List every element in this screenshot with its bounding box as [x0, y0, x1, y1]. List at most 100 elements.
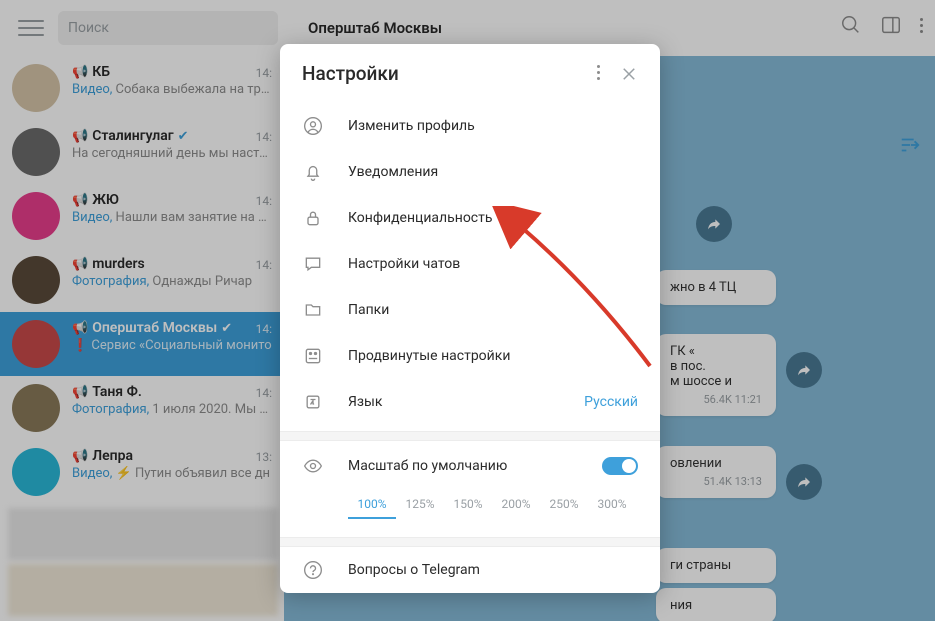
channel-icon: 📢: [72, 321, 88, 336]
chat-preview: Фотография, Однажды Ричар: [72, 274, 272, 289]
channel-icon: 📢: [72, 129, 88, 144]
blurred-chat: [8, 508, 278, 560]
chat-item[interactable]: 📢 Лепра Видео, ⚡ Путин объявил все дн 13…: [0, 440, 284, 504]
chat-item[interactable]: 📢 ЖЮ Видео, Нашли вам занятие на ве 14:: [0, 184, 284, 248]
chat-name: Сталингулаг: [92, 128, 173, 144]
zoom-option[interactable]: 125%: [396, 491, 444, 519]
message-bubble[interactable]: ГК «в пос.м шоссе и56.4K 11:21: [656, 334, 776, 416]
settings-item-faq[interactable]: Вопросы о Telegram: [280, 547, 660, 593]
avatar: [12, 256, 60, 304]
lock-icon: [302, 207, 324, 229]
eye-icon: [302, 455, 324, 477]
zoom-option[interactable]: 200%: [492, 491, 540, 519]
chat-time: 14:: [256, 194, 272, 208]
chat-name: Таня Ф.: [92, 384, 142, 400]
chat-preview: Видео, Нашли вам занятие на ве: [72, 210, 272, 225]
chat-item[interactable]: 📢 Оперштаб Москвы ✔ ❗ Сервис «Социальный…: [0, 312, 284, 376]
chat-name: ЖЮ: [92, 192, 119, 208]
folder-icon: [302, 299, 324, 321]
sidebar-icon[interactable]: [880, 14, 902, 36]
zoom-option[interactable]: 300%: [588, 491, 636, 519]
chat-time: 14:: [256, 66, 272, 80]
settings-value: Русский: [584, 394, 638, 410]
avatar: [12, 320, 60, 368]
message-bubble[interactable]: ги страны: [656, 548, 776, 583]
chat-item[interactable]: 📢 КБ Видео, Собака выбежала на трек 14:: [0, 56, 284, 120]
chat-preview: Фотография, 1 июля 2020. Мы по: [72, 402, 272, 417]
settings-item-lock[interactable]: Конфиденциальность: [280, 195, 660, 241]
chat-preview: Видео, ⚡ Путин объявил все дн: [72, 466, 272, 481]
chat-icon: [302, 253, 324, 275]
settings-item-sliders[interactable]: Продвинутые настройки: [280, 333, 660, 379]
chat-name: КБ: [92, 64, 110, 80]
sliders-icon: [302, 345, 324, 367]
verified-icon: ✔: [221, 321, 232, 336]
settings-item-lang[interactable]: Язык Русский: [280, 379, 660, 425]
share-button[interactable]: [786, 352, 822, 388]
msg-views: 56.4K: [704, 393, 732, 406]
modal-title: Настройки: [302, 62, 597, 85]
faq-label: Вопросы о Telegram: [348, 562, 638, 578]
avatar: [12, 128, 60, 176]
avatar: [12, 192, 60, 240]
chat-item[interactable]: 📢 Сталингулаг ✔ На сегодняшний день мы н…: [0, 120, 284, 184]
more-icon[interactable]: [920, 18, 923, 33]
channel-icon: 📢: [72, 449, 88, 464]
message-bubble[interactable]: овлении51.4K 13:13: [656, 446, 776, 498]
chat-name: murders: [92, 256, 145, 272]
zoom-option[interactable]: 100%: [348, 491, 396, 519]
chat-item[interactable]: 📢 murders Фотография, Однажды Ричар 14:: [0, 248, 284, 312]
message-bubble[interactable]: ния: [656, 588, 776, 621]
chat-preview: На сегодняшний день мы настол: [72, 146, 272, 161]
settings-label: Язык: [348, 394, 560, 410]
msg-views: 51.4K: [704, 475, 732, 488]
settings-label: Конфиденциальность: [348, 210, 638, 226]
blurred-chat: [8, 564, 278, 616]
chat-title[interactable]: Оперштаб Москвы: [308, 19, 442, 37]
chat-name: Оперштаб Москвы: [92, 320, 217, 336]
share-button[interactable]: [786, 464, 822, 500]
zoom-toggle[interactable]: [602, 457, 638, 475]
lang-icon: [302, 391, 324, 413]
msg-time: 11:21: [735, 393, 762, 406]
zoom-option[interactable]: 250%: [540, 491, 588, 519]
settings-item-profile[interactable]: Изменить профиль: [280, 103, 660, 149]
channel-icon: 📢: [72, 193, 88, 208]
menu-icon[interactable]: [18, 17, 44, 39]
settings-modal: Настройки Изменить профиль Уведомления К…: [280, 44, 660, 593]
help-icon: [302, 559, 324, 581]
settings-item-chat[interactable]: Настройки чатов: [280, 241, 660, 287]
msg-time: 13:13: [735, 475, 762, 488]
channel-icon: 📢: [72, 385, 88, 400]
avatar: [12, 64, 60, 112]
channel-icon: 📢: [72, 257, 88, 272]
bell-icon: [302, 161, 324, 183]
zoom-option[interactable]: 150%: [444, 491, 492, 519]
settings-label: Изменить профиль: [348, 118, 638, 134]
modal-close-icon[interactable]: [620, 65, 638, 83]
chat-time: 14:: [256, 130, 272, 144]
zoom-label: Масштаб по умолчанию: [348, 458, 578, 474]
search-input[interactable]: Поиск: [58, 11, 278, 45]
profile-icon: [302, 115, 324, 137]
avatar: [12, 448, 60, 496]
search-placeholder: Поиск: [68, 20, 109, 36]
settings-item-bell[interactable]: Уведомления: [280, 149, 660, 195]
message-bubble[interactable]: жно в 4 ТЦ: [656, 270, 776, 305]
verified-icon: ✔: [178, 129, 189, 144]
chat-time: 13:: [256, 450, 272, 464]
settings-item-folder[interactable]: Папки: [280, 287, 660, 333]
chat-time: 14:: [256, 322, 272, 336]
sort-icon[interactable]: [899, 134, 921, 156]
channel-icon: 📢: [72, 65, 88, 80]
chat-preview: ❗ Сервис «Социальный монито: [72, 338, 272, 353]
settings-label: Папки: [348, 302, 638, 318]
search-icon[interactable]: [840, 14, 862, 36]
chat-item[interactable]: 📢 Таня Ф. Фотография, 1 июля 2020. Мы по…: [0, 376, 284, 440]
settings-label: Настройки чатов: [348, 256, 638, 272]
chat-preview: Видео, Собака выбежала на трек: [72, 82, 272, 97]
chat-time: 14:: [256, 258, 272, 272]
share-button[interactable]: [696, 206, 732, 242]
modal-more-icon[interactable]: [597, 65, 600, 83]
settings-label: Уведомления: [348, 164, 638, 180]
